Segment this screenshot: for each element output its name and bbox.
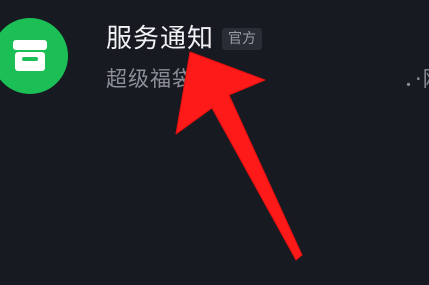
inbox-icon [13, 40, 47, 71]
avatar [0, 18, 68, 94]
official-badge: 官方 [222, 28, 263, 50]
chat-name: 服务通知 [106, 24, 215, 54]
title-line: 服务通知 官方 [106, 22, 263, 56]
chat-list-screen: 服务通知 官方 超级福袋助手： ．·刚 [0, 0, 429, 285]
message-preview: 超级福袋助手： ．·刚 [106, 67, 429, 91]
chat-list-item-service-notification[interactable]: 服务通知 官方 超级福袋助手： ．·刚 [0, 0, 429, 110]
